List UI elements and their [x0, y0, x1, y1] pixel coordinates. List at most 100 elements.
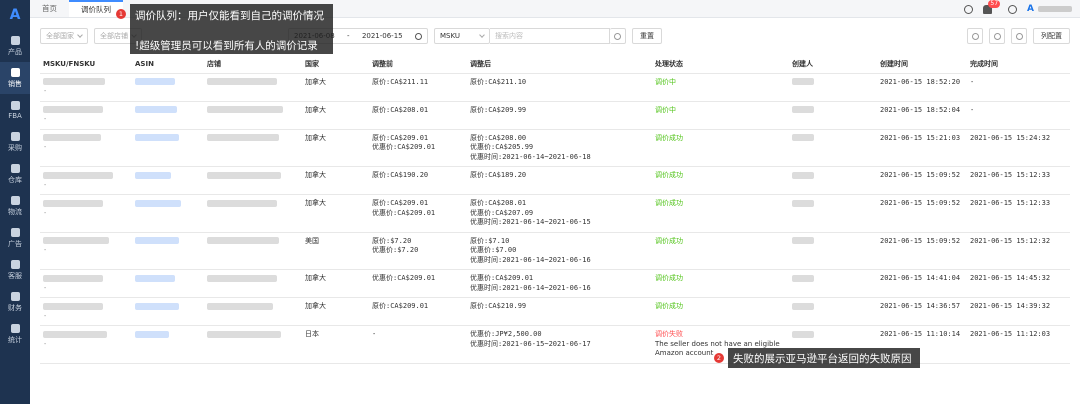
price-before-line: 优惠价:CA$209.01 — [372, 208, 436, 217]
cart-icon — [10, 131, 20, 141]
cell-asin[interactable] — [132, 269, 204, 298]
download-icon[interactable] — [964, 4, 974, 14]
table-row[interactable]: - 加拿大 原价:CA$209.01 原价:CA$210.99 调价成功 2021-06-… — [40, 297, 1070, 326]
nav-item-logistics[interactable]: 物流 — [0, 190, 30, 222]
col-shop[interactable]: 店铺 — [204, 55, 302, 74]
col-country[interactable]: 国家 — [302, 55, 369, 74]
cell-status: 调价成功 — [652, 129, 789, 167]
col-created[interactable]: 创建时间 — [877, 55, 967, 74]
country-select[interactable]: 全部国家 — [40, 28, 88, 44]
search-field-select[interactable]: MSKU — [434, 28, 490, 44]
nav-item-service[interactable]: 客服 — [0, 254, 30, 286]
cell-shop — [204, 269, 302, 298]
nav-item-stats[interactable]: 统计 — [0, 318, 30, 350]
nav-item-finance[interactable]: 财务 — [0, 286, 30, 318]
table-row[interactable]: - 加拿大 原价:CA$208.01 原价:CA$209.99 调价中 2021-06-1… — [40, 101, 1070, 130]
nav-item-fba[interactable]: FBA — [0, 94, 30, 126]
status-text: 调价失败 — [655, 330, 683, 338]
redacted-asin-link[interactable] — [135, 78, 175, 85]
reset-button[interactable]: 重置 — [632, 28, 662, 44]
nav-item-sales[interactable]: 销售 — [0, 62, 30, 94]
redacted-creator — [792, 134, 814, 141]
help-button[interactable] — [1011, 28, 1027, 44]
redacted-asin-link[interactable] — [135, 274, 175, 282]
tab-price-queue[interactable]: 调价队列 — [69, 0, 123, 17]
table-row[interactable]: - 加拿大 原价:CA$211.11 原价:CA$211.10 调价中 2021-06-1… — [40, 73, 1070, 102]
cell-status: 调价成功 — [652, 166, 789, 195]
redacted-msku — [43, 274, 103, 282]
export-button[interactable] — [989, 28, 1005, 44]
redacted-asin-link[interactable] — [135, 302, 179, 310]
price-after-line: 优惠价:CA$205.99 — [470, 143, 534, 151]
col-after[interactable]: 调整后 — [467, 55, 652, 74]
cell-asin[interactable] — [132, 194, 204, 233]
cell-asin[interactable] — [132, 297, 204, 326]
annotation-callout-1: 调价队列：用户仅能看到自己的调价情况 !超级管理员可以看到所有人的调价记录 — [130, 4, 333, 54]
redacted-asin-link[interactable] — [135, 330, 169, 338]
cell-asin[interactable] — [132, 325, 204, 364]
chevron-down-icon — [77, 32, 83, 38]
cell-before: 原价:CA$209.01 优惠价:CA$209.01 — [369, 194, 467, 233]
user-menu[interactable]: A — [1027, 4, 1072, 14]
col-before[interactable]: 调整前 — [369, 55, 467, 74]
table-row[interactable]: - 加拿大 原价:CA$209.01 优惠价:CA$209.01 原价:CA$208.0… — [40, 129, 1070, 167]
column-config-button[interactable]: 列配置 — [1033, 28, 1070, 44]
refresh-button[interactable] — [967, 28, 983, 44]
cell-before: 原价:CA$211.11 — [369, 73, 467, 102]
col-creator[interactable]: 创建人 — [789, 55, 877, 74]
cell-country: 加拿大 — [302, 297, 369, 326]
col-asin[interactable]: ASIN — [132, 55, 204, 74]
price-after-line: 优惠价:CA$207.09 — [470, 208, 534, 217]
search-button[interactable] — [610, 28, 626, 44]
status-text: 调价中 — [655, 77, 676, 86]
cell-after: 原价:CA$210.99 — [467, 297, 652, 326]
redacted-shop — [207, 171, 281, 179]
cell-country: 加拿大 — [302, 194, 369, 233]
col-done[interactable]: 完成时间 — [967, 55, 1070, 74]
tab-home[interactable]: 首页 — [30, 0, 69, 17]
price-before-line: 原价:$7.20 — [372, 236, 412, 245]
redacted-creator — [792, 330, 814, 338]
annotation-number-1: 1 — [116, 9, 126, 19]
cell-asin[interactable] — [132, 101, 204, 130]
nav-item-ads[interactable]: 广告 — [0, 222, 30, 254]
sales-icon — [10, 67, 20, 77]
cell-asin[interactable] — [132, 166, 204, 195]
nav-item-warehouse[interactable]: 仓库 — [0, 158, 30, 190]
nav-item-purchase[interactable]: 采购 — [0, 126, 30, 158]
cell-after: 原价:CA$211.10 — [467, 73, 652, 102]
cell-before: 原价:CA$190.20 — [369, 166, 467, 195]
price-after-line: 原价:CA$208.00 — [470, 133, 527, 142]
search-input[interactable] — [490, 28, 610, 44]
redacted-asin-link[interactable] — [135, 171, 171, 179]
cell-asin[interactable] — [132, 73, 204, 102]
bell-icon[interactable]: 57 — [983, 0, 1001, 14]
headset-icon[interactable] — [1008, 4, 1018, 14]
cell-asin[interactable] — [132, 129, 204, 167]
cell-done: - — [967, 101, 1070, 130]
table-row[interactable]: - 加拿大 原价:CA$190.20 原价:CA$189.20 调价成功 2021-06-… — [40, 166, 1070, 195]
table-row[interactable]: - 加拿大 优惠价:CA$209.01 优惠价:CA$209.01 优惠时间:2021-… — [40, 269, 1070, 298]
app-logo-icon[interactable]: A — [0, 0, 30, 30]
cell-done: 2021-06-15 11:12:03 — [967, 325, 1070, 364]
cell-created: 2021-06-15 15:09:52 — [877, 166, 967, 195]
nav-item-product[interactable]: 产品 — [0, 30, 30, 62]
cell-msku: - — [40, 232, 132, 270]
price-after-line: 原价:CA$210.99 — [470, 302, 527, 310]
cell-created: 2021-06-15 15:09:52 — [877, 194, 967, 233]
redacted-creator — [792, 199, 814, 207]
redacted-asin-link[interactable] — [135, 237, 179, 244]
redacted-asin-link[interactable] — [135, 106, 177, 113]
redacted-asin-link[interactable] — [135, 134, 179, 141]
table-row[interactable]: - 美国 原价:$7.20 优惠价:$7.20 原价:$7.10 优惠价:$7.00 优惠时… — [40, 232, 1070, 270]
cell-before: 优惠价:CA$209.01 — [369, 269, 467, 298]
redacted-asin-link[interactable] — [135, 199, 181, 207]
cell-shop — [204, 166, 302, 195]
price-after-line: 原价:$7.10 — [470, 236, 510, 245]
table-row[interactable]: - 加拿大 原价:CA$209.01 优惠价:CA$209.01 原价:CA$208.0… — [40, 194, 1070, 233]
col-msku[interactable]: MSKU/FNSKU — [40, 55, 132, 74]
col-status[interactable]: 处理状态 — [652, 55, 789, 74]
cell-asin[interactable] — [132, 232, 204, 270]
cell-done: - — [967, 73, 1070, 102]
price-before-line: 原价:CA$190.20 — [372, 171, 429, 179]
